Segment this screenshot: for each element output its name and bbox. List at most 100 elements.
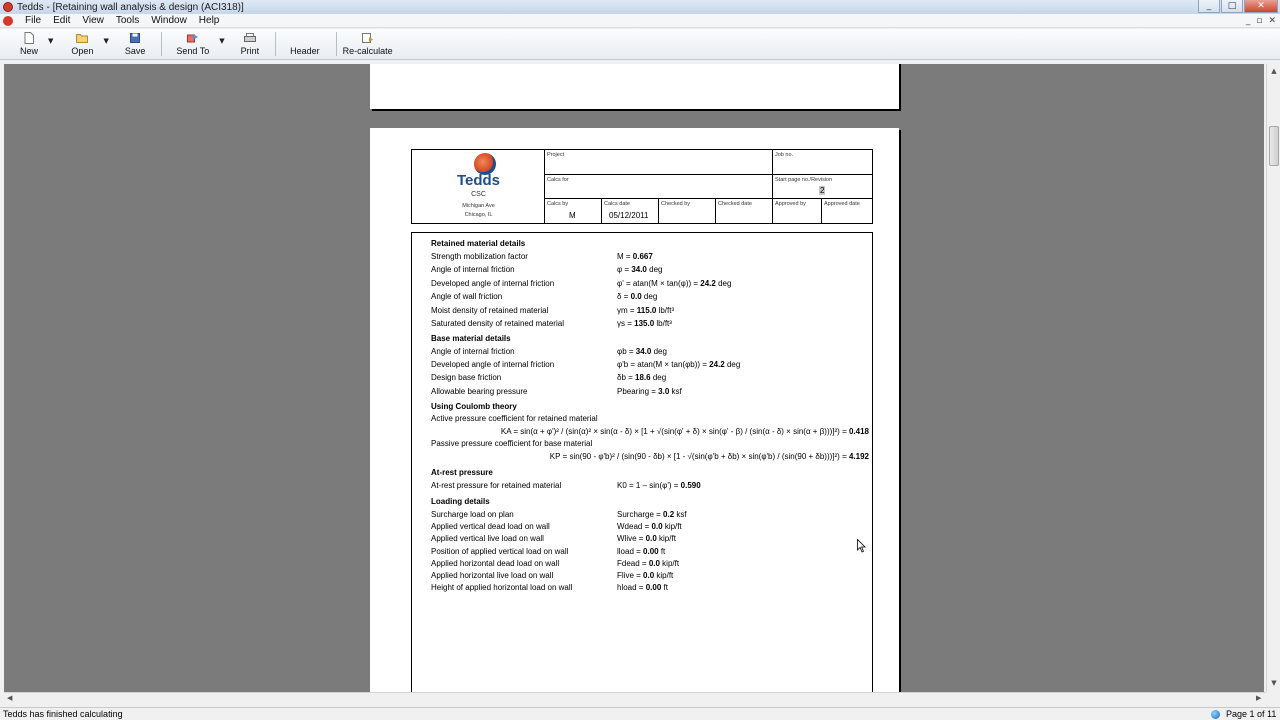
coulomb-heading: Using Coulomb theory xyxy=(431,402,517,411)
title-bar: Tedds - [Retaining wall analysis & desig… xyxy=(0,0,1280,14)
retained-row-number: 115.0 xyxy=(636,305,657,315)
start-page-value[interactable]: 2 xyxy=(819,186,826,195)
atrest-label: At-rest pressure for retained material xyxy=(431,481,562,490)
retained-row-value: φ' = atan(M × tan(φ)) = 24.2 deg xyxy=(617,279,731,288)
save-label: Save xyxy=(124,46,146,56)
maximize-button[interactable]: □ xyxy=(1221,0,1243,13)
calcs-date-cell[interactable]: Calcs date 05/12/2011 xyxy=(602,199,659,223)
calcs-for-cell[interactable]: Calcs for xyxy=(545,175,773,199)
header-icon xyxy=(299,32,311,44)
base-row-value: Pbearing = 3.0 ksf xyxy=(617,387,682,396)
loading-row-symbol: Flive = xyxy=(617,571,644,580)
open-dropdown-arrow[interactable]: ▼ xyxy=(101,29,112,59)
header-button[interactable]: Header xyxy=(278,29,334,59)
active-value: 0.418 xyxy=(848,427,869,436)
base-row-number: 24.2 xyxy=(709,360,725,370)
tedds-app-icon[interactable] xyxy=(3,2,13,12)
retained-row-symbol: φ' = atan(M × tan(φ)) = xyxy=(617,278,701,288)
passive-formula-text: KP = sin(90 - φ'b)² / (sin(90 - δb) × [1… xyxy=(549,452,849,461)
open-button[interactable]: Open xyxy=(57,29,101,59)
retained-heading: Retained material details xyxy=(431,239,526,248)
start-page-cell[interactable]: Start page no./Revision 2 xyxy=(773,175,872,199)
retained-row-number: 0.667 xyxy=(632,252,653,261)
retained-row-value: δ = 0.0 deg xyxy=(617,292,657,301)
base-row-symbol: δb = xyxy=(617,373,636,383)
document-window-controls: _ ▫ ✕ xyxy=(1246,16,1276,26)
document-icon[interactable] xyxy=(3,15,13,26)
atrest-value-line: K0 = 1 – sin(φ') = 0.590 xyxy=(617,481,701,490)
scroll-right-arrow-icon[interactable]: ▶ xyxy=(1256,694,1261,702)
previous-page xyxy=(370,64,899,109)
checked-by-cell[interactable]: Checked by xyxy=(659,199,716,223)
calcs-by-value: M xyxy=(569,211,576,220)
menu-help[interactable]: Help xyxy=(193,15,226,26)
new-button[interactable]: New xyxy=(0,29,46,59)
approved-date-cell[interactable]: Approved date xyxy=(822,199,872,223)
retained-row-number: 135.0 xyxy=(634,319,655,328)
minimize-button[interactable]: _ xyxy=(1198,0,1220,13)
calc-header-box: Tedds CSC Michigan Ave Chicago, IL Proje… xyxy=(411,149,873,224)
menu-window[interactable]: Window xyxy=(145,15,193,26)
logo-text: Tedds xyxy=(456,172,501,189)
vertical-scrollbar[interactable]: ▲ ▼ xyxy=(1266,64,1280,692)
retained-row-unit: lb/ft³ xyxy=(654,319,672,328)
project-cell[interactable]: Project xyxy=(545,150,773,175)
scroll-left-arrow-icon[interactable]: ◀ xyxy=(7,694,12,702)
loading-row-unit: kip/ft xyxy=(654,571,674,580)
new-dropdown-arrow[interactable]: ▼ xyxy=(46,29,57,59)
base-row-symbol: φb = xyxy=(617,347,636,356)
loading-row-unit: kip/ft xyxy=(659,558,680,568)
base-row-unit: deg xyxy=(651,347,667,356)
doc-minimize-button[interactable]: _ xyxy=(1246,16,1251,26)
menu-file[interactable]: File xyxy=(19,15,47,26)
scroll-up-arrow-icon[interactable]: ▲ xyxy=(1269,66,1279,76)
retained-row-number: 34.0 xyxy=(631,265,647,275)
scroll-down-arrow-icon[interactable]: ▼ xyxy=(1269,678,1279,688)
job-no-cell[interactable]: Job no. xyxy=(773,150,872,175)
recalculate-label: Re-calculate xyxy=(342,46,393,56)
send-to-button[interactable]: Send To xyxy=(164,29,217,59)
approved-by-cell[interactable]: Approved by xyxy=(773,199,822,223)
loading-row-symbol: Wdead = xyxy=(617,522,652,532)
recalculate-button[interactable]: Re-calculate xyxy=(339,29,401,59)
loading-row-unit: ksf xyxy=(674,510,687,519)
print-button[interactable]: Print xyxy=(229,29,274,59)
retained-row-value: γs = 135.0 lb/ft³ xyxy=(617,319,672,328)
checked-date-cell[interactable]: Checked date xyxy=(716,199,773,223)
save-button[interactable]: Save xyxy=(113,29,160,59)
send-to-dropdown-arrow[interactable]: ▼ xyxy=(217,29,228,59)
loading-row-unit: ft xyxy=(661,583,668,593)
doc-close-button[interactable]: ✕ xyxy=(1268,16,1276,26)
job-no-label: Job no. xyxy=(775,152,794,158)
base-row-symbol: φ'b = atan(M × tan(φb)) = xyxy=(617,360,710,370)
toolbar: New ▼ Open ▼ Save Send To ▼ Print Header xyxy=(0,29,1280,60)
window-title: Tedds - [Retaining wall analysis & desig… xyxy=(17,1,244,13)
base-row-label: Angle of internal friction xyxy=(431,347,515,356)
doc-restore-button[interactable]: ▫ xyxy=(1256,16,1262,26)
menu-view[interactable]: View xyxy=(76,15,110,26)
base-row-unit: ksf xyxy=(669,386,682,396)
loading-row-number: 0.00 xyxy=(645,583,662,593)
horizontal-scrollbar[interactable]: ◀ ▶ xyxy=(4,692,1266,705)
status-bar: Tedds has finished calculating Page 1 of… xyxy=(0,707,1280,720)
active-pressure-formula: KA = sin(α + φ')² / (sin(α)² × sin(α - δ… xyxy=(501,427,869,436)
page-indicator: Page 1 of 11 xyxy=(1226,709,1277,719)
loading-row-label: Applied vertical dead load on wall xyxy=(431,522,550,532)
retained-row-number: 0.0 xyxy=(630,292,642,302)
vertical-scroll-thumb[interactable] xyxy=(1269,126,1279,166)
loading-row-number: 0.2 xyxy=(663,510,675,519)
loading-row-value: Wlive = 0.0 kip/ft xyxy=(617,534,676,543)
calc-content: Retained material details Strength mobil… xyxy=(411,232,873,692)
calcs-date-value: 05/12/2011 xyxy=(609,211,649,220)
close-button[interactable]: ✕ xyxy=(1244,0,1278,13)
base-row-label: Design base friction xyxy=(431,373,502,383)
printer-icon xyxy=(243,32,256,44)
menu-tools[interactable]: Tools xyxy=(110,15,145,26)
retained-row-value: γm = 115.0 lb/ft³ xyxy=(617,306,674,315)
retained-row-label: Angle of internal friction xyxy=(431,265,515,275)
calcs-by-cell[interactable]: Calcs by M xyxy=(545,199,602,223)
header-label: Header xyxy=(290,46,320,56)
document-view[interactable]: Tedds CSC Michigan Ave Chicago, IL Proje… xyxy=(4,64,1264,692)
save-disk-icon xyxy=(129,32,141,44)
menu-edit[interactable]: Edit xyxy=(47,15,76,26)
